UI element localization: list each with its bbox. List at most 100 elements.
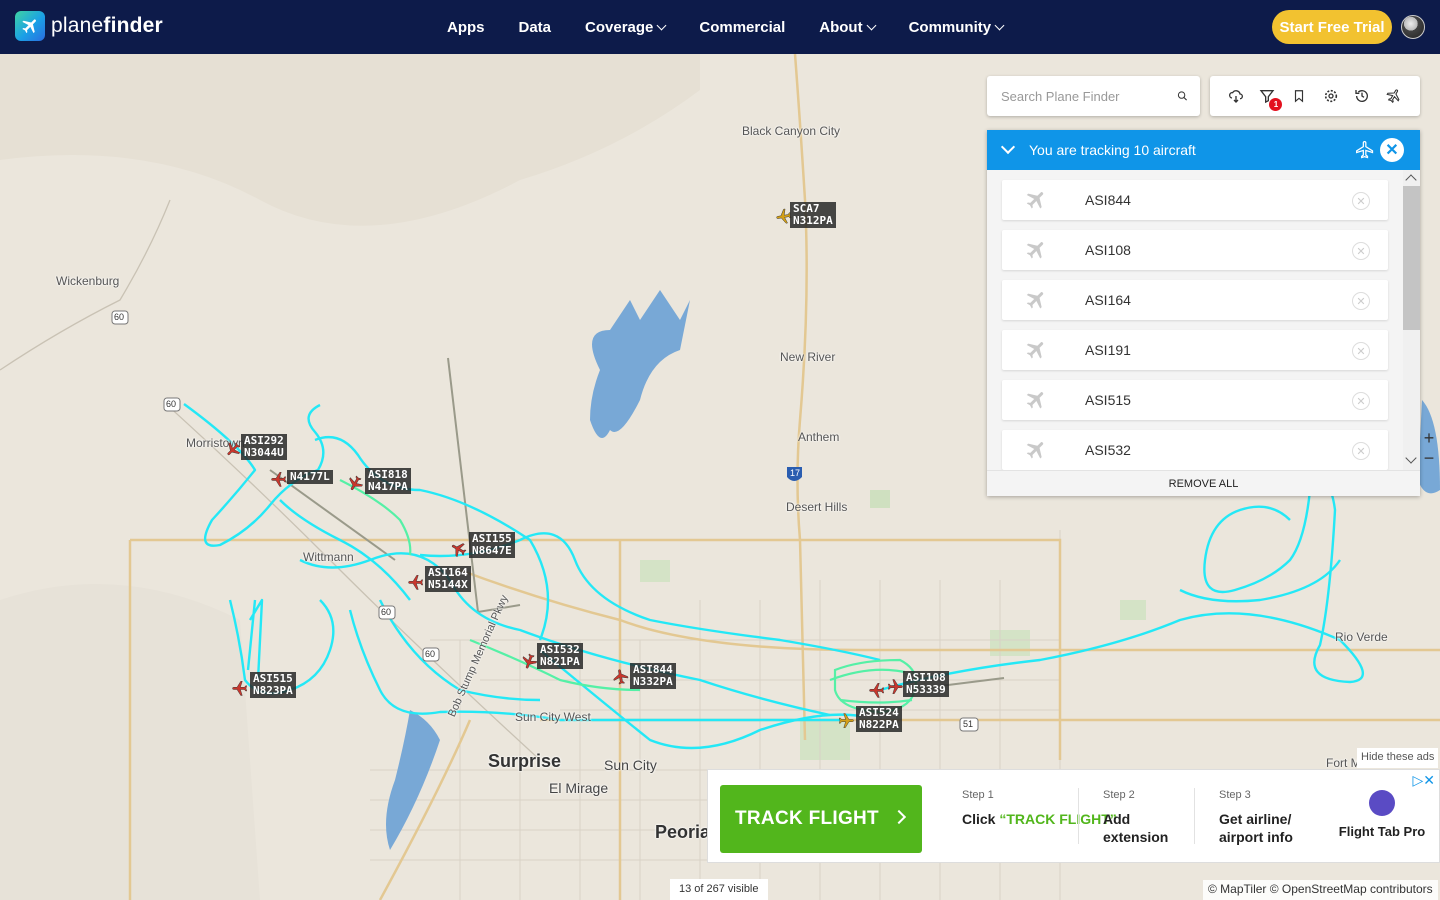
remove-icon[interactable]: ✕ (1352, 242, 1370, 260)
place-label: Peoria (655, 822, 711, 842)
track-flight-button[interactable]: TRACK FLIGHT (720, 785, 922, 853)
tracking-title: You are tracking 10 aircraft (1029, 142, 1196, 158)
start-free-trial-button[interactable]: Start Free Trial (1272, 10, 1392, 44)
place-label: El Mirage (549, 780, 609, 796)
callsign: ASI164 (1085, 292, 1131, 308)
tracked-aircraft-item[interactable]: ASI515 ✕ (1002, 380, 1388, 420)
filter-icon[interactable]: 1 (1256, 85, 1283, 111)
nav-community[interactable]: Community (892, 19, 1021, 36)
divider (1078, 788, 1079, 844)
aircraft-icon (1026, 342, 1044, 359)
panel-scrollbar[interactable] (1403, 170, 1420, 470)
tracked-aircraft-item[interactable]: ASI532 ✕ (1002, 430, 1388, 470)
ad-brand[interactable]: Flight Tab Pro (1334, 790, 1430, 839)
aircraft-label: ASI164 N5144X (425, 566, 471, 592)
close-icon[interactable]: ✕ (1380, 138, 1404, 162)
nav-about[interactable]: About (802, 19, 891, 36)
highway-shield: 60 (166, 399, 177, 409)
aircraft-icon (1026, 192, 1044, 209)
aircraft-label: ASI292 N3044U (241, 434, 287, 460)
ad-step: Step 3 Get airline/ airport info (1219, 789, 1293, 845)
user-avatar[interactable] (1401, 15, 1425, 39)
planefinder-logo[interactable]: planefinder (15, 11, 163, 41)
settings-icon[interactable] (1320, 85, 1342, 107)
weather-icon[interactable] (1225, 85, 1247, 107)
ad-step: Step 1 Click “TRACK FLIGHT” (962, 789, 1117, 827)
place-label: Wittmann (303, 550, 354, 564)
search-input[interactable] (1001, 88, 1177, 104)
nav-commercial[interactable]: Commercial (682, 19, 802, 36)
search-icon[interactable] (1177, 88, 1188, 104)
ad-banner: TRACK FLIGHT Step 1 Click “TRACK FLIGHT”… (707, 769, 1440, 863)
place-label: Fort M (1326, 756, 1361, 770)
chevron-down-icon (866, 20, 877, 30)
zoom-in-button[interactable]: + (1418, 428, 1440, 448)
aircraft-icon (1026, 442, 1044, 459)
logo-icon (15, 11, 45, 41)
chevron-down-icon[interactable] (1405, 452, 1417, 464)
remove-icon[interactable]: ✕ (1352, 292, 1370, 310)
chevron-up-icon[interactable] (1405, 174, 1417, 186)
hide-ads-link[interactable]: Hide these ads (1357, 748, 1439, 768)
place-label: Wickenburg (56, 274, 120, 288)
aircraft-icon[interactable] (1355, 140, 1375, 160)
main-nav: Apps Data Coverage Commercial About Comm… (430, 0, 1020, 54)
aircraft-icon (1026, 292, 1044, 309)
remove-icon[interactable]: ✕ (1352, 342, 1370, 360)
remove-icon[interactable]: ✕ (1352, 192, 1370, 210)
callsign: ASI532 (1085, 442, 1131, 458)
remove-icon[interactable]: ✕ (1352, 392, 1370, 410)
nav-coverage[interactable]: Coverage (568, 19, 682, 36)
remove-icon[interactable]: ✕ (1352, 442, 1370, 460)
highway-shield: 60 (381, 607, 392, 617)
highway-shield: 60 (425, 649, 436, 659)
place-label: Sun City (604, 757, 657, 773)
highway-shield: 60 (114, 312, 125, 322)
remove-all-button[interactable]: REMOVE ALL (987, 470, 1420, 496)
chevron-down-icon (994, 20, 1005, 30)
aircraft-icon (1026, 242, 1044, 259)
aircraft-icon (451, 543, 467, 557)
place-label: Desert Hills (786, 500, 848, 514)
tracked-aircraft-item[interactable]: ASI164 ✕ (1002, 280, 1388, 320)
logo-text: planefinder (51, 14, 163, 37)
chevron-down-icon[interactable] (1000, 139, 1016, 155)
chevron-right-icon (891, 809, 907, 825)
filter-badge: 1 (1269, 98, 1283, 111)
place-label: Sun City West (515, 710, 591, 724)
nav-data[interactable]: Data (502, 19, 569, 36)
tracking-panel: You are tracking 10 aircraft ✕ ASI844 ✕ … (987, 130, 1420, 496)
aircraft-label: ASI108 N53339 (903, 671, 949, 697)
tracked-aircraft-item[interactable]: ASI191 ✕ (1002, 330, 1388, 370)
callsign: ASI515 (1085, 392, 1131, 408)
aircraft-label: ASI155 N8647E (469, 532, 515, 558)
tracking-panel-header[interactable]: You are tracking 10 aircraft ✕ (987, 130, 1420, 170)
aircraft-label: ASI515 N823PA (250, 672, 296, 698)
aircraft-icon (522, 653, 538, 669)
aircraft-label: N4177L (287, 470, 333, 484)
tracked-aircraft-item[interactable]: ASI108 ✕ (1002, 230, 1388, 270)
aircraft-icon (869, 683, 885, 698)
aircraft-icon (1026, 392, 1044, 409)
radar-icon[interactable] (1383, 85, 1405, 107)
aircraft-icon (232, 681, 248, 696)
place-label: New River (780, 350, 836, 364)
nav-apps[interactable]: Apps (430, 19, 502, 36)
ad-close-icon[interactable]: ▷✕ (1413, 772, 1436, 789)
aircraft-icon (887, 679, 903, 694)
zoom-out-button[interactable]: − (1418, 448, 1440, 468)
top-navbar: planefinder Apps Data Coverage Commercia… (0, 0, 1440, 54)
aircraft-icon (838, 713, 854, 728)
aircraft-label: SCA7 N312PA (790, 202, 836, 228)
scrollbar-thumb[interactable] (1403, 186, 1420, 330)
aircraft-icon (271, 472, 287, 487)
tracked-aircraft-item[interactable]: ASI844 ✕ (1002, 180, 1388, 220)
aircraft-icon (349, 475, 363, 491)
history-icon[interactable] (1351, 85, 1373, 107)
flight-tab-pro-logo-icon (1369, 790, 1395, 816)
map-attribution[interactable]: © MapTiler © OpenStreetMap contributors (1203, 880, 1438, 900)
callsign: ASI191 (1085, 342, 1131, 358)
bookmark-icon[interactable] (1288, 85, 1310, 107)
aircraft-label: ASI818 N417PA (365, 468, 411, 494)
highway-shield: 51 (963, 719, 974, 729)
